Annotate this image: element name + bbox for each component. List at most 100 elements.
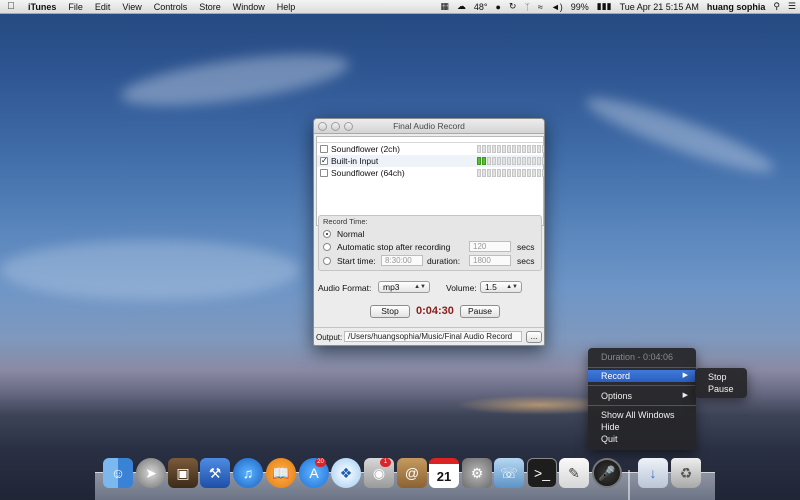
pause-button[interactable]: Pause bbox=[460, 305, 500, 318]
dock-divider bbox=[628, 470, 630, 500]
menu-item-duration: Duration - 0:04:06 bbox=[601, 352, 674, 362]
submenu-item-stop[interactable]: Stop bbox=[708, 371, 727, 383]
menu-item-quit[interactable]: Quit bbox=[588, 433, 696, 445]
ibooks-icon[interactable]: 📖 bbox=[266, 458, 296, 488]
menu-controls[interactable]: Controls bbox=[148, 2, 194, 12]
zoom-button[interactable] bbox=[344, 122, 353, 131]
menu-file[interactable]: File bbox=[62, 2, 89, 12]
output-path-field[interactable]: /Users/huangsophia/Music/Final Audio Rec… bbox=[344, 331, 522, 342]
device-row[interactable]: Soundflower (64ch) bbox=[317, 167, 544, 179]
final-audio-record-window: Final Audio Record Soundflower (2ch) ✓ B… bbox=[313, 118, 545, 346]
menu-separator bbox=[588, 405, 696, 406]
menu-store[interactable]: Store bbox=[193, 2, 227, 12]
volume-value: 1.5 bbox=[485, 282, 497, 292]
wallpaper-cloud bbox=[118, 44, 352, 116]
grid-icon[interactable]: ▦ bbox=[436, 1, 453, 12]
duration-label: duration: bbox=[427, 256, 461, 266]
stop-button[interactable]: Stop bbox=[370, 305, 410, 318]
finder-icon[interactable]: ☺ bbox=[103, 458, 133, 488]
facetime-badge: 1 bbox=[380, 458, 391, 467]
weather-temperature[interactable]: 48° bbox=[470, 2, 492, 12]
weather-icon[interactable]: ☁ bbox=[453, 1, 470, 12]
submenu-item-pause[interactable]: Pause bbox=[708, 383, 734, 395]
device-checkbox[interactable]: ✓ bbox=[320, 157, 328, 165]
device-name: Soundflower (64ch) bbox=[331, 168, 405, 178]
menu-bar:  iTunes File Edit View Controls Store W… bbox=[0, 0, 800, 14]
xcode-icon[interactable]: ⚒ bbox=[200, 458, 230, 488]
secs-label: secs bbox=[517, 242, 535, 252]
volume-icon[interactable]: ◄) bbox=[547, 2, 567, 12]
device-checkbox[interactable] bbox=[320, 145, 328, 153]
start-time-field[interactable]: 8:30:00 bbox=[381, 255, 423, 266]
safari-icon[interactable]: ❖ bbox=[331, 458, 361, 488]
browse-button[interactable]: ... bbox=[526, 331, 542, 343]
radio-start-time[interactable] bbox=[323, 257, 331, 265]
terminal-icon[interactable]: >_ bbox=[527, 458, 557, 488]
menu-edit[interactable]: Edit bbox=[89, 2, 117, 12]
calendar-icon[interactable]: 21 bbox=[429, 458, 459, 488]
launchpad-icon[interactable]: ➤ bbox=[136, 458, 166, 488]
input-device-list: Soundflower (2ch) ✓ Built-in Input Sound… bbox=[316, 136, 544, 226]
menu-window[interactable]: Window bbox=[227, 2, 271, 12]
level-meter bbox=[477, 145, 544, 153]
battery-percent[interactable]: 99% bbox=[567, 2, 593, 12]
device-row[interactable]: ✓ Built-in Input bbox=[317, 155, 544, 167]
status-app-icon[interactable]: ● bbox=[491, 2, 504, 12]
app-store-badge: 20 bbox=[315, 458, 326, 467]
record-submenu: Stop Pause bbox=[695, 368, 747, 398]
menu-item-show-all-windows[interactable]: Show All Windows bbox=[588, 409, 696, 421]
menu-item-options[interactable]: Options ▶ bbox=[588, 390, 696, 402]
device-name: Built-in Input bbox=[331, 156, 379, 166]
itunes-icon[interactable]: ♫ bbox=[233, 458, 263, 488]
window-title: Final Audio Record bbox=[393, 121, 465, 131]
textedit-icon[interactable]: ✎ bbox=[559, 458, 589, 488]
menu-item-record[interactable]: Record ▶ bbox=[588, 370, 696, 382]
device-row[interactable]: Soundflower (2ch) bbox=[317, 143, 544, 155]
level-meter bbox=[477, 157, 544, 165]
final-audio-record-icon[interactable]: 🎤 bbox=[592, 458, 622, 488]
system-preferences-icon[interactable]: ⚙ bbox=[462, 458, 492, 488]
volume-label: Volume: bbox=[446, 283, 477, 293]
photo-icon[interactable]: ▣ bbox=[168, 458, 198, 488]
menu-help[interactable]: Help bbox=[271, 2, 302, 12]
minimize-button[interactable] bbox=[331, 122, 340, 131]
bluetooth-icon[interactable]: ᛉ bbox=[520, 2, 533, 12]
chevron-updown-icon: ▲▼ bbox=[414, 284, 426, 290]
menu-separator bbox=[588, 385, 696, 386]
time-machine-icon[interactable]: ↻ bbox=[505, 1, 521, 12]
audio-format-select[interactable]: mp3 ▲▼ bbox=[378, 281, 430, 293]
downloads-icon[interactable]: ↓ bbox=[638, 458, 668, 488]
wifi-icon[interactable]: ≈ bbox=[534, 2, 547, 12]
menu-view[interactable]: View bbox=[116, 2, 147, 12]
submenu-arrow-icon: ▶ bbox=[682, 392, 688, 399]
device-checkbox[interactable] bbox=[320, 169, 328, 177]
output-label: Output: bbox=[316, 333, 343, 342]
submenu-arrow-icon: ▶ bbox=[682, 372, 688, 379]
contacts-icon[interactable]: @ bbox=[397, 458, 427, 488]
close-button[interactable] bbox=[318, 122, 327, 131]
radio-auto-stop[interactable] bbox=[323, 243, 331, 251]
wallpaper-cloud bbox=[0, 240, 300, 300]
network-icon[interactable]: ☏ bbox=[494, 458, 524, 488]
radio-normal[interactable] bbox=[323, 230, 331, 238]
app-menu[interactable]: iTunes bbox=[22, 2, 62, 12]
apple-menu-icon[interactable]:  bbox=[0, 1, 22, 12]
duration-field[interactable]: 1800 bbox=[469, 255, 511, 266]
elapsed-timer: 0:04:30 bbox=[416, 305, 454, 317]
user-name[interactable]: huang sophia bbox=[703, 2, 770, 12]
menu-item-record-label: Record bbox=[601, 371, 631, 381]
radio-normal-label: Normal bbox=[337, 229, 365, 239]
audio-format-label: Audio Format: bbox=[318, 283, 372, 293]
audio-format-value: mp3 bbox=[383, 282, 400, 292]
window-titlebar[interactable]: Final Audio Record bbox=[314, 119, 544, 134]
volume-select[interactable]: 1.5 ▲▼ bbox=[480, 281, 522, 293]
trash-icon[interactable]: ♻ bbox=[671, 458, 701, 488]
auto-stop-secs-field[interactable]: 120 bbox=[469, 241, 511, 252]
notification-center-icon[interactable]: ☰ bbox=[784, 1, 800, 12]
dock-context-menu: Duration - 0:04:06 Record ▶ Options ▶ Sh… bbox=[588, 348, 696, 450]
clock[interactable]: Tue Apr 21 5:15 AM bbox=[616, 2, 703, 12]
spotlight-search-icon[interactable]: ⚲ bbox=[769, 1, 784, 12]
battery-icon[interactable]: ▮▮▮ bbox=[593, 1, 616, 12]
menu-item-hide[interactable]: Hide bbox=[588, 421, 696, 433]
chevron-updown-icon: ▲▼ bbox=[506, 284, 518, 290]
